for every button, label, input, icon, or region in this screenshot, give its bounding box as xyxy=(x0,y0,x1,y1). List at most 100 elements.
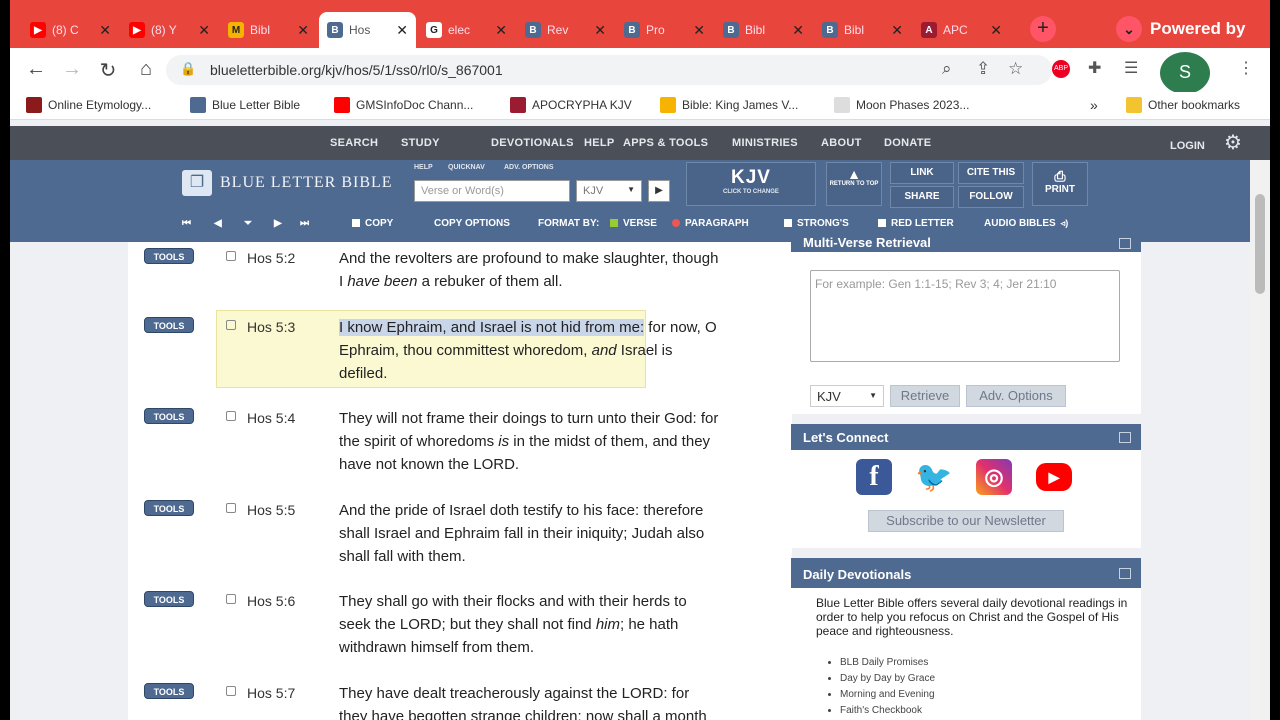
page-scrollbar[interactable] xyxy=(1250,160,1270,720)
next-chapter-button[interactable]: ▶ xyxy=(274,210,282,236)
verse-checkbox[interactable] xyxy=(226,320,236,330)
reload-icon[interactable]: ↻ xyxy=(96,58,120,83)
last-chapter-button[interactable]: ⏭ xyxy=(300,210,309,236)
reading-list-icon[interactable]: ☰ xyxy=(1124,58,1138,78)
verse-reference-link[interactable]: Hos 5:4 xyxy=(247,410,295,426)
close-icon[interactable]: ✕ xyxy=(891,22,903,39)
share-icon[interactable]: ⇪ xyxy=(976,59,990,79)
link-button[interactable]: LINK xyxy=(890,162,954,184)
verse-reference-link[interactable]: Hos 5:3 xyxy=(247,319,295,335)
site-nav-item[interactable]: ABOUT xyxy=(821,137,862,149)
tab-3[interactable]: B Hos ✕ xyxy=(319,12,416,48)
facebook-icon[interactable]: f xyxy=(856,459,892,495)
site-nav-item[interactable]: DEVOTIONALS xyxy=(491,137,574,149)
site-nav-item[interactable]: HELP xyxy=(584,137,615,149)
bookmark-item[interactable]: GMSInfoDoc Chann... xyxy=(334,97,473,113)
twitter-icon[interactable]: 🐦 xyxy=(915,459,953,495)
site-logo[interactable]: ❐ BLUE LETTER BIBLE xyxy=(182,170,393,196)
star-icon[interactable]: ☆ xyxy=(1008,59,1023,79)
close-icon[interactable]: ✕ xyxy=(792,22,804,39)
extensions-icon[interactable]: ✚ xyxy=(1088,58,1101,78)
devotional-item[interactable]: Faith's Checkbook xyxy=(840,703,935,719)
devotional-item[interactable]: Day by Day by Grace xyxy=(840,671,935,687)
verse-tools-button[interactable]: TOOLS xyxy=(144,248,194,264)
login-link[interactable]: LOGIN xyxy=(1170,140,1205,152)
verse-checkbox[interactable] xyxy=(226,411,236,421)
site-nav-item[interactable]: DONATE xyxy=(884,137,931,149)
back-icon[interactable]: ← xyxy=(24,58,48,81)
bookmark-item[interactable]: Online Etymology... xyxy=(26,97,151,113)
tab-1[interactable]: ▶ (8) Y ✕ xyxy=(121,12,218,48)
copy-options-button[interactable]: COPY OPTIONS xyxy=(434,210,510,236)
multi-verse-textarea[interactable]: For example: Gen 1:1-15; Rev 3; 4; Jer 2… xyxy=(810,270,1120,362)
site-nav-item[interactable]: MINISTRIES xyxy=(732,137,798,149)
site-nav-item[interactable]: STUDY xyxy=(401,137,440,149)
tab-4[interactable]: Gelec ✕ xyxy=(418,12,515,48)
instagram-icon[interactable]: ◎ xyxy=(976,459,1012,495)
scrollbar-thumb[interactable] xyxy=(1255,194,1265,294)
bookmarks-overflow[interactable]: » xyxy=(1090,97,1098,113)
copy-button[interactable]: COPY xyxy=(352,210,393,236)
youtube-icon[interactable]: ▶ xyxy=(1036,463,1072,491)
tab-9[interactable]: A APC ✕ xyxy=(913,12,1010,48)
address-bar[interactable]: 🔒 blueletterbible.org/kjv/hos/5/1/ss0/rl… xyxy=(166,55,1052,85)
version-switcher[interactable]: KJV CLICK TO CHANGE xyxy=(686,162,816,206)
minimize-icon[interactable] xyxy=(1119,238,1131,249)
verse-search-input[interactable]: Verse or Word(s) xyxy=(414,180,570,202)
menu-dots-icon[interactable]: ⋮ xyxy=(1238,58,1254,78)
return-to-top-button[interactable]: ▲ RETURN TO TOP xyxy=(826,162,882,206)
format-verse-option[interactable]: VERSE xyxy=(610,210,657,236)
gear-icon[interactable]: ⚙ xyxy=(1220,130,1246,156)
verse-reference-link[interactable]: Hos 5:5 xyxy=(247,502,295,518)
close-icon[interactable]: ✕ xyxy=(693,22,705,39)
verse-reference-link[interactable]: Hos 5:2 xyxy=(247,250,295,266)
close-icon[interactable]: ✕ xyxy=(297,22,309,39)
adv-options-button[interactable]: Adv. Options xyxy=(966,385,1066,407)
cite-this-button[interactable]: CITE THIS xyxy=(958,162,1024,184)
verse-checkbox[interactable] xyxy=(226,251,236,261)
quicknav-link[interactable]: QUICKNAV xyxy=(448,164,485,171)
adblock-icon[interactable]: ABP xyxy=(1052,60,1070,78)
verse-reference-link[interactable]: Hos 5:6 xyxy=(247,593,295,609)
verse-checkbox[interactable] xyxy=(226,503,236,513)
other-bookmarks[interactable]: Other bookmarks xyxy=(1126,97,1240,113)
chapter-index-button[interactable]: ⏷ xyxy=(244,210,252,236)
newsletter-button[interactable]: Subscribe to our Newsletter xyxy=(868,510,1064,532)
adv-options-link[interactable]: ADV. OPTIONS xyxy=(504,164,554,171)
first-chapter-button[interactable]: ⏮ xyxy=(182,210,191,236)
forward-icon[interactable]: → xyxy=(60,58,84,81)
duck-avatar-icon[interactable]: S xyxy=(1160,52,1210,94)
verse-checkbox[interactable] xyxy=(226,594,236,604)
tab-0[interactable]: ▶ (8) C ✕ xyxy=(22,12,119,48)
zoom-search-icon[interactable]: ⌕ xyxy=(942,59,952,79)
verse-reference-link[interactable]: Hos 5:7 xyxy=(247,685,295,701)
close-icon[interactable]: ✕ xyxy=(99,22,111,39)
tab-6[interactable]: B Pro ✕ xyxy=(616,12,713,48)
site-nav-item[interactable]: SEARCH xyxy=(330,137,378,149)
tab-5[interactable]: B Rev ✕ xyxy=(517,12,614,48)
print-button[interactable]: ⎙ PRINT xyxy=(1032,162,1088,206)
close-icon[interactable]: ✕ xyxy=(198,22,210,39)
new-tab-button[interactable]: + xyxy=(1030,16,1056,42)
help-link[interactable]: HELP xyxy=(414,164,433,171)
search-go-button[interactable]: ▶ xyxy=(648,180,670,202)
verse-tools-button[interactable]: TOOLS xyxy=(144,683,194,699)
minimize-icon[interactable] xyxy=(1119,432,1131,443)
multi-verse-version-select[interactable]: KJV ▼ xyxy=(810,385,884,407)
close-icon[interactable]: ✕ xyxy=(594,22,606,39)
version-select[interactable]: KJV ▼ xyxy=(576,180,642,202)
bookmark-item[interactable]: APOCRYPHA KJV xyxy=(510,97,632,113)
tab-2[interactable]: M Bibl ✕ xyxy=(220,12,317,48)
chevron-down-icon[interactable]: ⌄ xyxy=(1116,16,1142,42)
prev-chapter-button[interactable]: ◀ xyxy=(214,210,222,236)
verse-checkbox[interactable] xyxy=(226,686,236,696)
bookmark-item[interactable]: Bible: King James V... xyxy=(660,97,798,113)
verse-tools-button[interactable]: TOOLS xyxy=(144,500,194,516)
bookmark-item[interactable]: Moon Phases 2023... xyxy=(834,97,969,113)
minimize-icon[interactable] xyxy=(1119,568,1131,579)
close-icon[interactable]: ✕ xyxy=(396,22,408,39)
devotional-item[interactable]: BLB Daily Promises xyxy=(840,655,935,671)
follow-button[interactable]: FOLLOW xyxy=(958,186,1024,208)
home-icon[interactable]: ⌂ xyxy=(134,58,158,81)
close-icon[interactable]: ✕ xyxy=(495,22,507,39)
